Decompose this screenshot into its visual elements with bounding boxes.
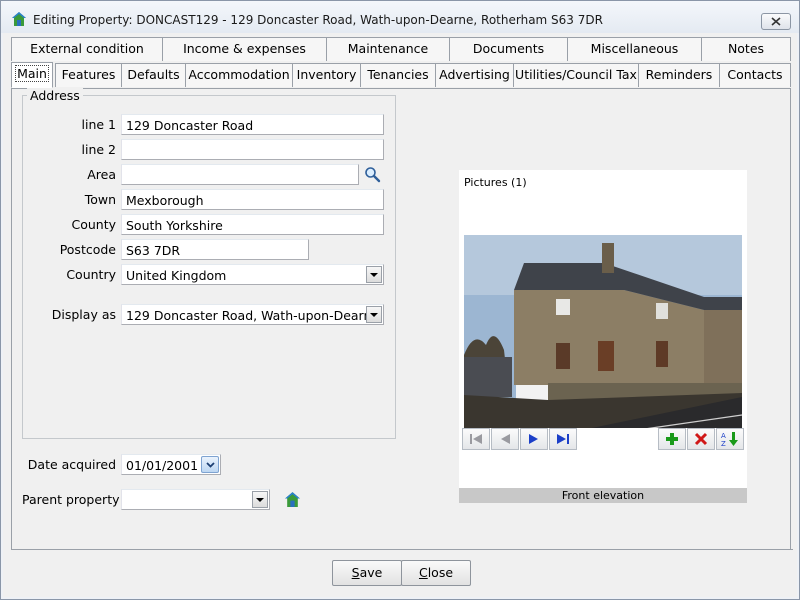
delete-picture-button[interactable] xyxy=(687,428,715,450)
sort-az-icon: A Z xyxy=(721,432,738,447)
last-record-icon xyxy=(557,434,569,444)
tab-tenancies[interactable]: Tenancies xyxy=(360,63,436,87)
tab-accommodation[interactable]: Accommodation xyxy=(185,63,293,87)
chevron-down-icon[interactable] xyxy=(252,491,268,508)
date-acquired-label: Date acquired xyxy=(27,457,116,472)
delete-icon xyxy=(694,432,708,446)
tab-documents[interactable]: Documents xyxy=(449,37,568,61)
house-icon[interactable] xyxy=(284,491,301,508)
dialog-client-area: External condition Income & expenses Mai… xyxy=(3,33,797,597)
tab-income-expenses[interactable]: Income & expenses xyxy=(162,37,327,61)
sort-pictures-button[interactable]: A Z xyxy=(716,428,744,450)
county-label: County xyxy=(71,217,116,232)
chevron-down-icon[interactable] xyxy=(366,306,382,323)
add-picture-button[interactable] xyxy=(658,428,686,450)
parent-property-select[interactable] xyxy=(121,489,270,510)
tab-miscellaneous[interactable]: Miscellaneous xyxy=(567,37,702,61)
line1-label: line 1 xyxy=(81,117,117,132)
last-picture-button[interactable] xyxy=(549,428,577,450)
property-photo[interactable] xyxy=(464,235,742,442)
next-picture-button[interactable] xyxy=(520,428,548,450)
next-record-icon xyxy=(529,434,538,444)
tab-contacts[interactable]: Contacts xyxy=(719,63,791,87)
tab-reminders[interactable]: Reminders xyxy=(638,63,720,87)
display-as-label: Display as xyxy=(51,307,116,322)
area-input[interactable] xyxy=(121,164,359,185)
address-legend: Address xyxy=(27,88,83,103)
magnifier-icon[interactable] xyxy=(364,166,381,183)
tab-advertising[interactable]: Advertising xyxy=(435,63,514,87)
window-close-button[interactable] xyxy=(761,13,791,30)
svg-text:Z: Z xyxy=(721,440,726,447)
previous-picture-button[interactable] xyxy=(491,428,519,450)
first-record-icon xyxy=(470,434,482,444)
add-icon xyxy=(666,433,678,445)
close-button[interactable]: Close xyxy=(401,560,471,586)
chevron-down-icon[interactable] xyxy=(366,266,382,283)
main-tab-page: Address line 1 129 Doncaster Road line 2… xyxy=(11,88,791,550)
tab-defaults[interactable]: Defaults xyxy=(121,63,186,87)
display-as-select-value: 129 Doncaster Road, Wath-upon-Dearne, R xyxy=(126,308,384,323)
country-select-value: United Kingdom xyxy=(126,268,227,283)
calendar-dropdown-icon[interactable] xyxy=(201,456,219,473)
window-title: Editing Property: DONCAST129 - 129 Donca… xyxy=(33,13,603,27)
display-as-select[interactable]: 129 Doncaster Road, Wath-upon-Dearne, R xyxy=(121,304,384,325)
tab-notes[interactable]: Notes xyxy=(701,37,791,61)
date-acquired-value: 01/01/2001 xyxy=(126,458,199,473)
pictures-title: Pictures (1) xyxy=(464,176,527,189)
title-bar: Editing Property: DONCAST129 - 129 Donca… xyxy=(1,1,799,33)
town-label: Town xyxy=(84,192,116,207)
property-editor-window: Editing Property: DONCAST129 - 129 Donca… xyxy=(0,0,800,600)
tab-features[interactable]: Features xyxy=(55,63,122,87)
line1-input[interactable]: 129 Doncaster Road xyxy=(121,114,384,135)
line2-input[interactable] xyxy=(121,139,384,160)
area-label: Area xyxy=(87,167,116,182)
svg-text:A: A xyxy=(721,432,726,440)
first-picture-button[interactable] xyxy=(462,428,490,450)
county-input[interactable]: South Yorkshire xyxy=(121,214,384,235)
parent-property-label: Parent property xyxy=(22,492,120,507)
button-separator xyxy=(11,549,793,550)
country-select[interactable]: United Kingdom xyxy=(121,264,384,285)
previous-record-icon xyxy=(501,434,510,444)
picture-caption: Front elevation xyxy=(459,488,747,503)
save-button[interactable]: Save xyxy=(332,560,402,586)
country-label: Country xyxy=(66,267,116,282)
house-icon xyxy=(12,12,26,26)
tab-inventory[interactable]: Inventory xyxy=(292,63,361,87)
town-input[interactable]: Mexborough xyxy=(121,189,384,210)
close-icon xyxy=(771,17,781,26)
date-acquired-picker[interactable]: 01/01/2001 xyxy=(121,454,221,475)
tab-utilities-council-tax[interactable]: Utilities/Council Tax xyxy=(513,63,639,87)
tab-external-condition[interactable]: External condition xyxy=(11,37,163,61)
postcode-label: Postcode xyxy=(59,242,116,257)
postcode-input[interactable]: S63 7DR xyxy=(121,239,309,260)
tab-main[interactable]: Main xyxy=(11,62,53,88)
line2-label: line 2 xyxy=(81,142,117,157)
tab-maintenance[interactable]: Maintenance xyxy=(326,37,450,61)
